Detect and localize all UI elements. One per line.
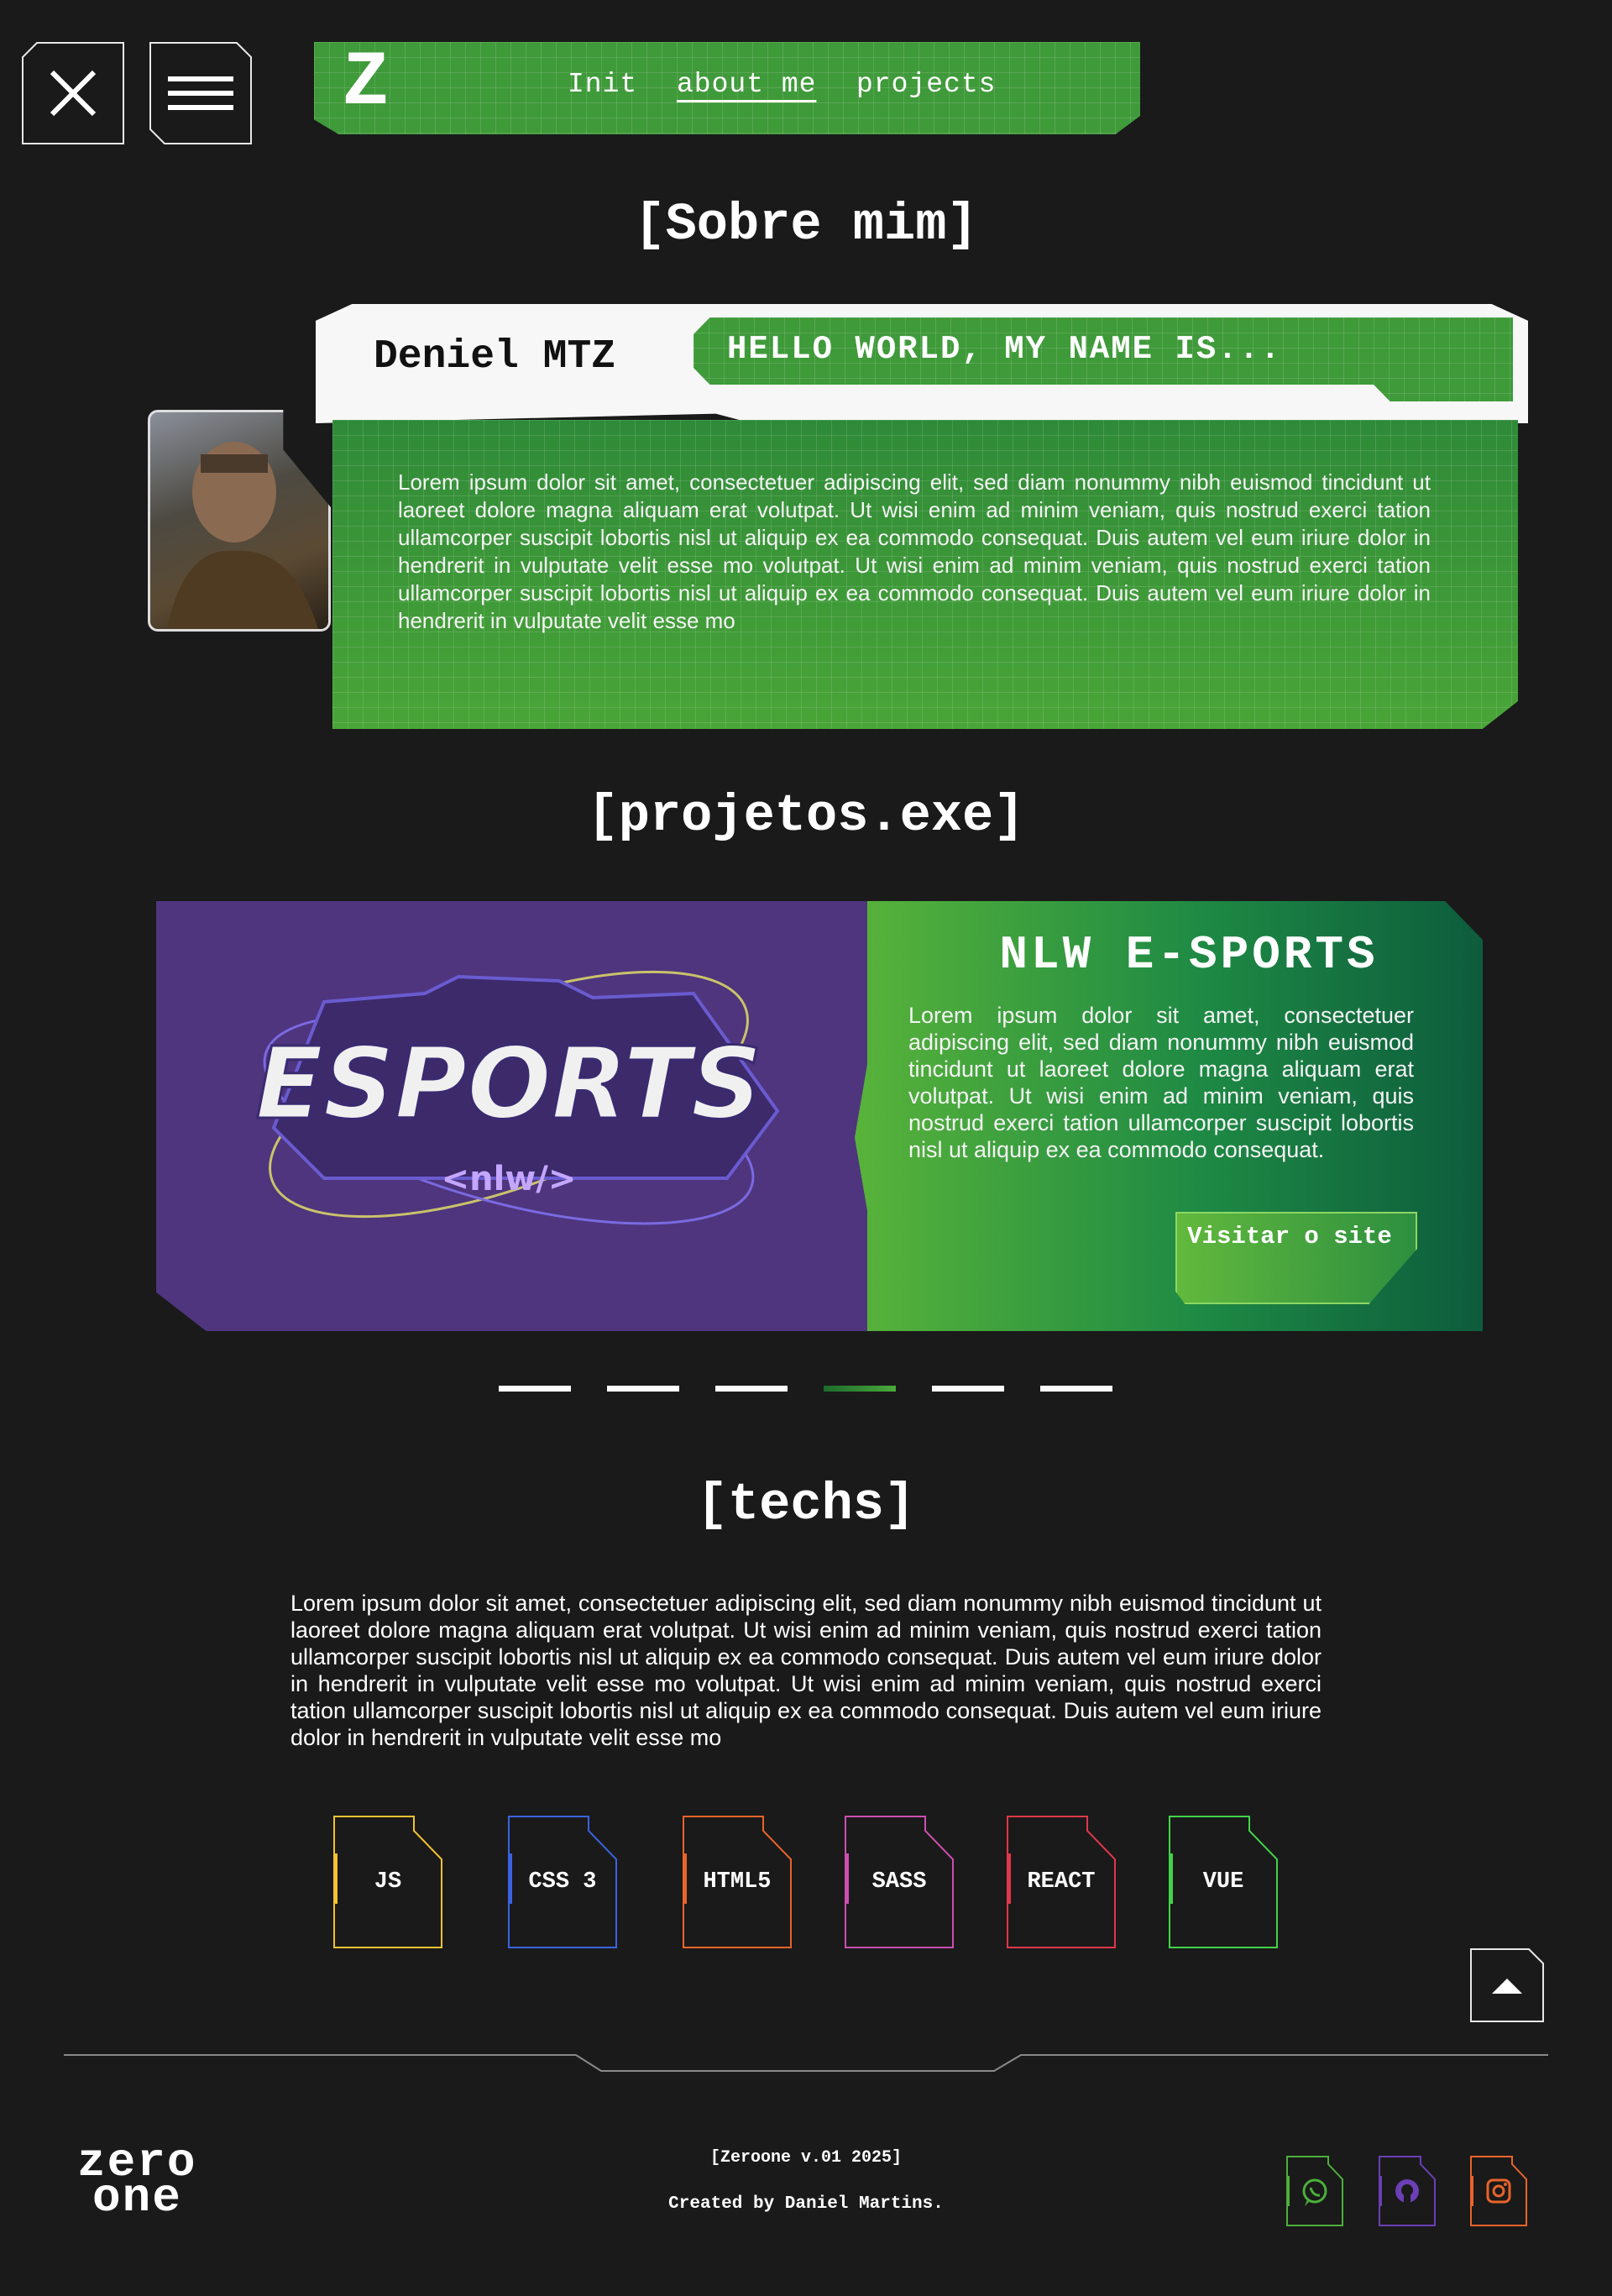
nav-logo[interactable]: Z bbox=[343, 42, 389, 127]
visit-site-label[interactable]: Visitar o site bbox=[1175, 1222, 1404, 1251]
tech-card-sass[interactable]: SASS bbox=[845, 1816, 954, 1948]
carousel-dot-6[interactable] bbox=[1040, 1386, 1112, 1392]
about-text: Lorem ipsum dolor sit amet, consectetuer… bbox=[398, 469, 1431, 633]
whatsapp-link[interactable] bbox=[1286, 2156, 1343, 2226]
techs-section-title: [techs] bbox=[696, 1475, 916, 1534]
github-link[interactable] bbox=[1379, 2156, 1436, 2226]
esports-logo-art: ESPORTS <nlw/> bbox=[254, 970, 780, 1225]
tech-card-react[interactable]: REACT bbox=[1007, 1816, 1116, 1948]
avatar bbox=[148, 410, 331, 632]
tech-card-vue[interactable]: VUE bbox=[1169, 1816, 1278, 1948]
nav-link-about-me[interactable]: about me bbox=[677, 69, 816, 100]
projects-section-title: [projetos.exe] bbox=[587, 786, 1025, 846]
tech-label-css: CSS 3 bbox=[528, 1869, 597, 1895]
project-title: NLW E-SPORTS bbox=[999, 928, 1379, 982]
close-button[interactable] bbox=[22, 42, 124, 144]
footer-credit: Created by Daniel Martins. bbox=[668, 2194, 944, 2214]
tech-label-sass: SASS bbox=[871, 1869, 927, 1895]
tech-card-js[interactable]: JS bbox=[333, 1816, 442, 1948]
footer-version: [Zeroone v.01 2025] bbox=[709, 2148, 903, 2168]
github-icon bbox=[1379, 2156, 1436, 2226]
tech-label-html: HTML5 bbox=[703, 1869, 772, 1895]
back-to-top-button[interactable] bbox=[1470, 1948, 1544, 2022]
techs-text: Lorem ipsum dolor sit amet, consectetuer… bbox=[290, 1591, 1322, 1750]
top-nav: Z Init about me projects bbox=[314, 42, 1140, 134]
banner-word: ESPORTS bbox=[255, 1025, 762, 1141]
menu-button[interactable] bbox=[149, 42, 252, 144]
tech-label-vue: VUE bbox=[1202, 1869, 1244, 1895]
carousel-dot-3[interactable] bbox=[715, 1386, 788, 1392]
project-banner: ESPORTS <nlw/> bbox=[156, 901, 870, 1331]
whatsapp-icon bbox=[1286, 2156, 1343, 2226]
carousel-dot-5[interactable] bbox=[932, 1386, 1004, 1392]
profile-name: Deniel MTZ bbox=[374, 334, 616, 380]
project-description: Lorem ipsum dolor sit amet, consectetuer… bbox=[908, 1003, 1414, 1162]
avatar-portrait bbox=[167, 442, 318, 629]
greeting-text: HELLO WORLD, MY NAME IS... bbox=[727, 331, 1282, 368]
nav-link-projects[interactable]: projects bbox=[856, 69, 996, 100]
instagram-icon bbox=[1470, 2156, 1527, 2226]
about-section-title: [Sobre mim] bbox=[634, 195, 978, 254]
hamburger-menu-icon bbox=[149, 42, 252, 144]
nav-link-init[interactable]: Init bbox=[568, 69, 637, 100]
chevron-up-icon bbox=[1470, 1948, 1544, 2022]
instagram-link[interactable] bbox=[1470, 2156, 1527, 2226]
tech-label-js: JS bbox=[374, 1869, 402, 1895]
banner-tag: <nlw/> bbox=[442, 1160, 577, 1198]
carousel-dot-2[interactable] bbox=[607, 1386, 679, 1392]
tech-label-react: REACT bbox=[1027, 1869, 1096, 1895]
carousel-dot-4[interactable] bbox=[824, 1386, 896, 1392]
close-icon bbox=[22, 42, 124, 144]
carousel-dot-1[interactable] bbox=[499, 1386, 571, 1392]
tech-card-html[interactable]: HTML5 bbox=[683, 1816, 792, 1948]
tech-card-css[interactable]: CSS 3 bbox=[508, 1816, 617, 1948]
footer-divider bbox=[64, 2054, 1548, 2072]
